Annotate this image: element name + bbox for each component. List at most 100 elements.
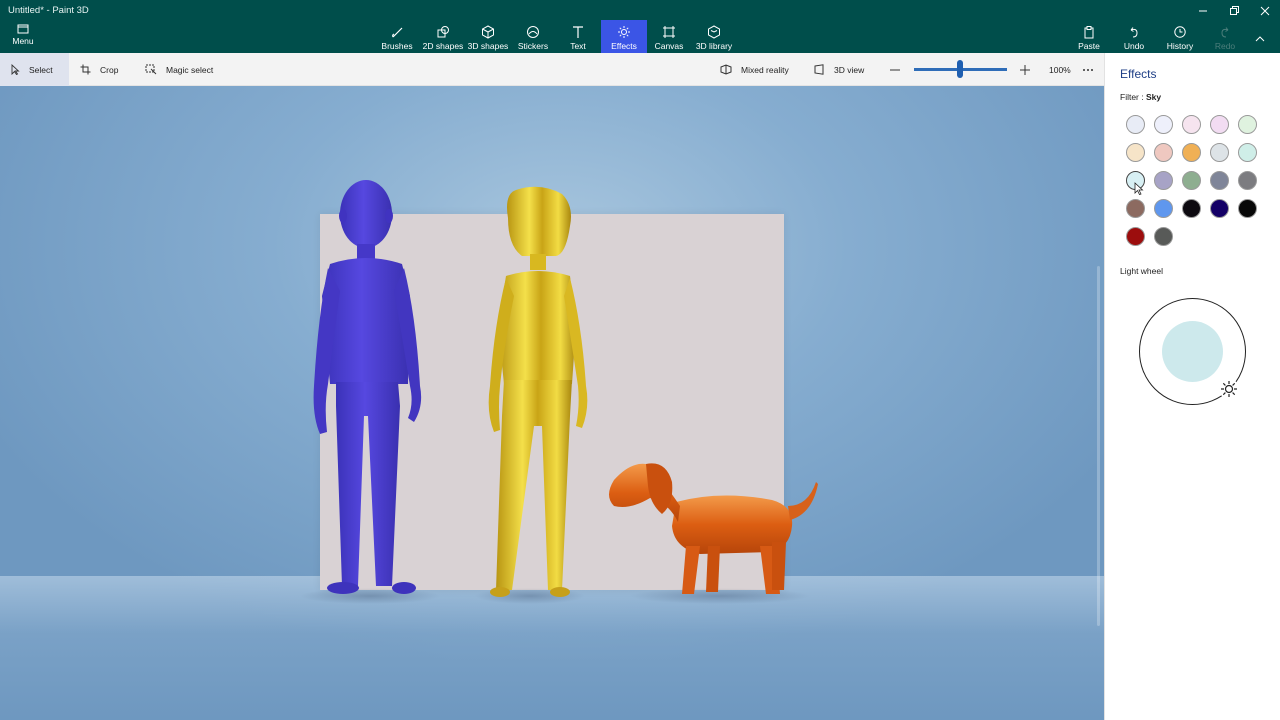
mixed-reality-label: Mixed reality [741,64,789,75]
effects-panel: Effects Filter : Sky Light wheel [1104,53,1280,720]
undo-icon [1130,27,1138,38]
filter-status: Filter : Sky [1120,92,1161,102]
more-icon [1083,68,1093,71]
select-label: Select [29,64,53,75]
context-toolbar: Select Crop Magic select Mixed reality 3… [0,53,1104,86]
close-button[interactable] [1250,4,1280,18]
tool-label: Redo [1214,41,1236,51]
2d-shapes-icon [437,26,449,38]
chevron-up-icon [1255,36,1265,42]
filter-swatch[interactable] [1238,143,1257,162]
maximize-button[interactable] [1219,4,1249,18]
zoom-out-button[interactable] [890,53,909,86]
magic-select-label: Magic select [166,64,214,75]
tool-label: Canvas [654,41,684,51]
gold-person-model [488,186,588,597]
tool-label: Text [570,41,586,51]
filter-swatch[interactable] [1154,115,1173,134]
paste-button[interactable]: Paste [1066,20,1112,53]
filter-swatch[interactable] [1182,199,1201,218]
scene-objects [300,180,818,604]
undo-button[interactable]: Undo [1111,20,1157,53]
collapse-ribbon-button[interactable] [1248,20,1272,53]
tool-3d-shapes[interactable]: 3D shapes [465,20,511,53]
blue-person-model [313,180,422,594]
tool-label: 2D shapes [422,41,464,51]
window-title: Untitled* - Paint 3D [8,5,89,16]
3d-view-icon [814,64,824,75]
tool-effects[interactable]: Effects [601,20,647,53]
zoom-level: 100% [1049,64,1071,75]
redo-icon [1221,27,1229,38]
zoom-slider-thumb[interactable] [957,60,963,78]
filter-swatch[interactable] [1126,227,1145,246]
filter-swatch[interactable] [1154,199,1173,218]
filter-label: Filter : [1120,92,1144,102]
3d-view-label: 3D view [834,64,865,75]
vertical-scrollbar[interactable] [1097,266,1100,626]
minimize-icon [1199,10,1207,12]
tool-label: History [1166,41,1194,51]
redo-button[interactable]: Redo [1202,20,1248,53]
menu-button[interactable]: Menu [8,24,38,50]
dog-shadow [630,588,810,604]
minimize-button[interactable] [1188,4,1218,18]
filter-swatch[interactable] [1154,227,1173,246]
tool-label: Undo [1123,41,1145,51]
select-button[interactable]: Select [0,53,69,86]
stickers-icon [527,26,539,38]
filter-swatch[interactable] [1238,171,1257,190]
crop-button[interactable]: Crop [80,53,118,86]
crop-icon [80,64,91,75]
menu-label: Menu [12,36,34,46]
filter-swatch[interactable] [1126,115,1145,134]
3d-shapes-icon [482,25,494,39]
filter-swatch[interactable] [1210,143,1229,162]
brush-icon [392,27,403,38]
paste-icon [1084,26,1094,39]
mouse-cursor-icon [1134,182,1144,195]
filter-swatch[interactable] [1210,199,1229,218]
pointer-icon [11,64,20,75]
3d-library-icon [708,25,720,39]
filter-swatch[interactable] [1154,143,1173,162]
filter-swatch[interactable] [1210,171,1229,190]
filter-swatch[interactable] [1210,115,1229,134]
more-options-button[interactable] [1082,53,1103,86]
tool-canvas[interactable]: Canvas [646,20,692,53]
crop-label: Crop [100,64,119,75]
zoom-in-button[interactable] [1020,53,1039,86]
filter-swatch[interactable] [1154,171,1173,190]
tool-label: Brushes [381,41,413,51]
filter-swatch[interactable] [1126,143,1145,162]
history-button[interactable]: History [1157,20,1203,53]
3d-view-button[interactable]: 3D view [814,53,864,86]
minus-icon [890,69,900,70]
workspace[interactable] [0,86,1104,720]
tool-2d-shapes[interactable]: 2D shapes [420,20,466,53]
tool-label: 3D library [695,41,733,51]
filter-swatch[interactable] [1238,199,1257,218]
blue-person-shadow [300,588,440,604]
tool-3d-library[interactable]: 3D library [691,20,737,53]
orange-dog-model [609,463,818,594]
filter-value: Sky [1146,92,1162,102]
effects-icon [618,26,630,38]
filter-swatch[interactable] [1126,199,1145,218]
tool-label: Stickers [517,41,549,51]
tool-brushes[interactable]: Brushes [374,20,420,53]
tool-text[interactable]: Text [555,20,601,53]
close-icon [1260,6,1270,16]
mixed-reality-button[interactable]: Mixed reality [720,53,789,86]
sun-icon[interactable] [1218,378,1240,400]
light-wheel-label: Light wheel [1120,266,1164,276]
filter-swatch[interactable] [1238,115,1257,134]
title-ribbon-bar: Untitled* - Paint 3D Menu Brushes 2D sha… [0,0,1280,53]
filter-swatch[interactable] [1182,115,1201,134]
tool-stickers[interactable]: Stickers [510,20,556,53]
filter-swatch[interactable] [1182,143,1201,162]
tool-label: 3D shapes [467,41,509,51]
filter-swatch[interactable] [1182,171,1201,190]
mixed-reality-icon [720,64,732,75]
magic-select-button[interactable]: Magic select [145,53,213,86]
